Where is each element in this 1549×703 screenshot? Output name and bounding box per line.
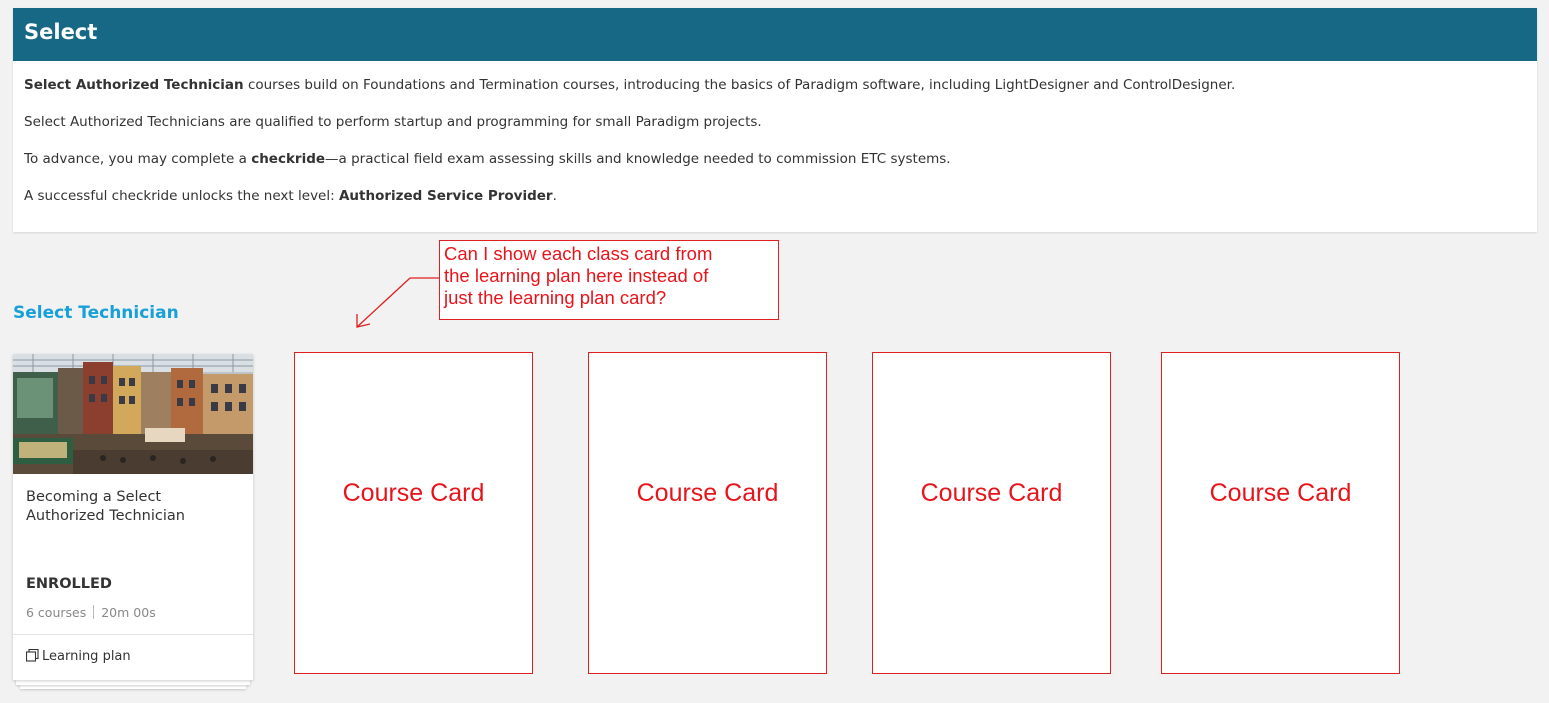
intro-paragraph: Select Authorized Technician courses bui… — [24, 75, 1526, 95]
unlock-paragraph: A successful checkride unlocks the next … — [24, 186, 1526, 206]
learning-plan-meta: 6 courses 20m 00s — [26, 605, 156, 620]
intro-text: courses build on Foundations and Termina… — [243, 77, 1236, 93]
unlock-post: . — [552, 188, 557, 204]
course-card-label: Course Card — [1209, 478, 1352, 507]
advance-pre: To advance, you may complete a — [24, 151, 252, 167]
course-card-placeholder[interactable]: Course Card — [872, 352, 1111, 674]
annotation-line: Can I show each class card from — [444, 243, 713, 264]
duration: 20m 00s — [101, 605, 156, 620]
card-stack-shadow — [20, 685, 246, 689]
enrollment-status: ENROLLED — [26, 576, 112, 592]
course-count: 6 courses — [26, 605, 87, 620]
course-card-label: Course Card — [342, 478, 485, 507]
learning-plan-type: Learning plan — [13, 634, 253, 680]
learning-plan-thumbnail — [13, 354, 253, 474]
annotation-arrow-icon — [356, 277, 440, 328]
next-level-bold: Authorized Service Provider — [338, 188, 553, 204]
card-stack-shadow — [16, 680, 250, 685]
learning-plan-icon — [26, 649, 39, 662]
course-card-placeholder[interactable]: Course Card — [588, 352, 827, 674]
annotation-line: just the learning plan card? — [444, 287, 667, 308]
panel-body: Select Authorized Technician courses bui… — [13, 61, 1537, 206]
advance-paragraph: To advance, you may complete a checkride… — [24, 149, 1526, 169]
panel-title: Select — [13, 8, 1537, 61]
section-title: Select Technician — [13, 303, 179, 323]
checkride-bold: checkride — [251, 151, 326, 167]
course-card-label: Course Card — [636, 478, 779, 507]
qualification-paragraph: Select Authorized Technicians are qualif… — [24, 114, 762, 130]
annotation-line: the learning plan here instead of — [444, 265, 709, 286]
level-description-panel: Select Select Authorized Technician cour… — [13, 8, 1537, 232]
intro-bold: Select Authorized Technician — [24, 77, 244, 93]
advance-post: —a practical field exam assessing skills… — [325, 151, 951, 167]
meta-divider — [93, 605, 95, 619]
type-label: Learning plan — [42, 649, 131, 664]
course-card-placeholder[interactable]: Course Card — [1161, 352, 1400, 674]
course-card-placeholder[interactable]: Course Card — [294, 352, 533, 674]
unlock-pre: A successful checkride unlocks the next … — [24, 188, 339, 204]
course-card-label: Course Card — [920, 478, 1063, 507]
learning-plan-card[interactable]: Becoming a Select Authorized Technician … — [13, 354, 253, 680]
learning-plan-title[interactable]: Becoming a Select Authorized Technician — [26, 488, 226, 526]
annotation-note: Can I show each class card from the lear… — [439, 240, 779, 320]
